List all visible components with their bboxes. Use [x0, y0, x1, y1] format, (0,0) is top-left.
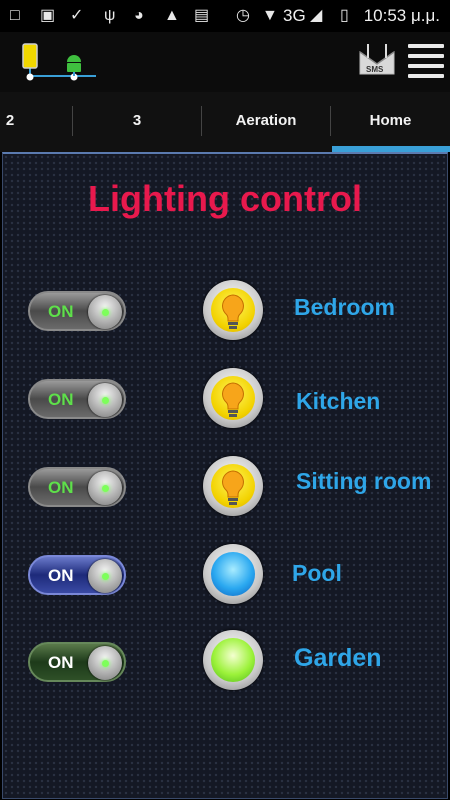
- room-label-kitchen: Kitchen: [296, 388, 381, 414]
- check-icon: ✓: [70, 7, 84, 24]
- sms-button[interactable]: SMS: [356, 42, 398, 82]
- toggle-knob: [88, 471, 122, 505]
- page-title: Lighting control: [88, 178, 362, 219]
- toggle-knob: [88, 295, 122, 329]
- led-indicator: [102, 485, 109, 492]
- usb-icon: ψ: [104, 7, 116, 24]
- message-icon: □: [10, 7, 20, 24]
- toggle-label: ON: [48, 478, 74, 497]
- toggle-garden[interactable]: ON: [28, 642, 126, 682]
- tab-home[interactable]: Home: [331, 92, 450, 152]
- toggle-label: ON: [48, 302, 74, 321]
- toggle-label: ON: [48, 566, 74, 585]
- toggle-pool[interactable]: ON: [28, 555, 126, 595]
- room-label-garden: Garden: [294, 644, 382, 672]
- toggle-sitting-room[interactable]: ON: [28, 467, 126, 507]
- speed-icon: ◕: [134, 7, 144, 24]
- kitchen-lamp-indicator: [203, 368, 263, 428]
- tab-2[interactable]: 2: [0, 92, 20, 152]
- toggle-knob: [88, 646, 122, 680]
- toggle-bedroom[interactable]: ON: [28, 291, 126, 331]
- sms-label: SMS: [366, 65, 384, 74]
- tab-bar: 2 3 Aeration Home: [0, 92, 450, 152]
- toggle-label: ON: [48, 653, 74, 672]
- toggle-kitchen[interactable]: ON: [28, 379, 126, 419]
- lightbulb-icon: [222, 382, 244, 417]
- phone-to-android-logo: [22, 43, 96, 81]
- shopping-icon: ▤: [194, 7, 210, 24]
- android-icon: ▲: [164, 7, 180, 24]
- tab-aeration[interactable]: Aeration: [202, 92, 330, 152]
- room-label-bedroom: Bedroom: [294, 294, 395, 320]
- toggle-label: ON: [48, 390, 74, 409]
- lightbulb-icon: [222, 294, 244, 329]
- toggle-knob: [88, 383, 122, 417]
- status-bar: □ ▣ ✓ ψ ◕ ▲ ▤ ◷ ▼ 3G ◢ ▯ 10:53 μ.μ.: [0, 0, 450, 32]
- hamburger-menu-icon[interactable]: [408, 44, 444, 78]
- tab-3[interactable]: 3: [73, 92, 201, 152]
- pool-lamp-indicator: [203, 544, 263, 604]
- image-icon: ▣: [40, 7, 56, 24]
- led-indicator: [102, 309, 109, 316]
- sms-envelope-icon: [359, 44, 395, 75]
- led-indicator: [102, 397, 109, 404]
- clock: 10:53 μ.μ.: [363, 6, 440, 25]
- led-indicator: [102, 660, 109, 667]
- sitting-room-lamp-indicator: [203, 456, 263, 516]
- network-type: 3G: [283, 6, 306, 25]
- app-header: SMS: [0, 32, 450, 92]
- room-label-pool: Pool: [292, 560, 342, 586]
- led-indicator: [102, 573, 109, 580]
- lightbulb-icon: [222, 470, 244, 505]
- garden-lamp-indicator: [203, 630, 263, 690]
- battery-charging-icon: ▯: [340, 7, 349, 24]
- toggle-knob: [88, 559, 122, 593]
- alarm-icon: ◷: [236, 7, 250, 24]
- signal-icon: ◢: [310, 7, 323, 24]
- room-label-sitting-room: Sitting room: [296, 468, 432, 494]
- bedroom-lamp-indicator: [203, 280, 263, 340]
- wifi-icon: ▼: [262, 7, 278, 24]
